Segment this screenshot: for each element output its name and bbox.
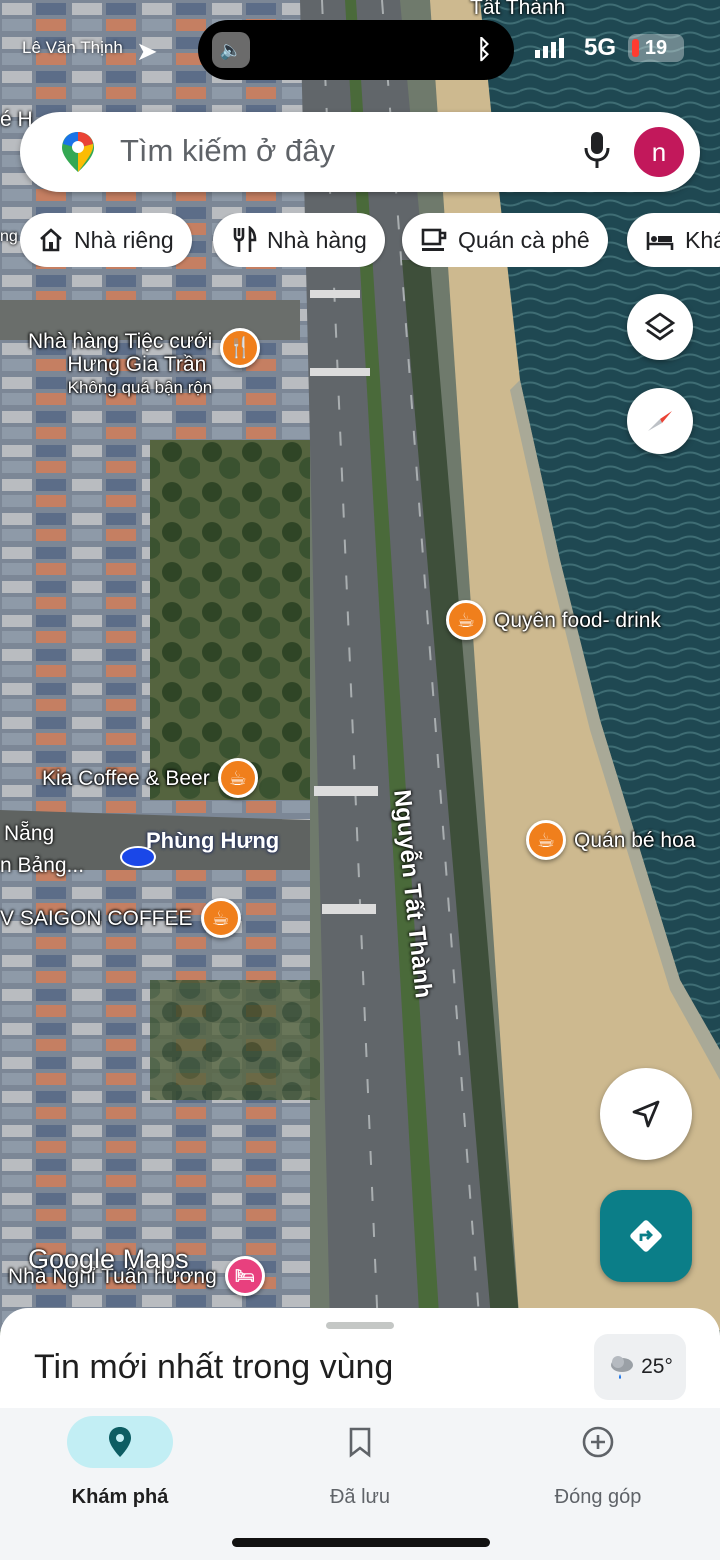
- weather-chip[interactable]: 25°: [594, 1334, 686, 1400]
- network-label: 5G: [584, 34, 617, 61]
- cafe-pin-icon[interactable]: ☕: [526, 820, 566, 860]
- microphone-icon[interactable]: [582, 130, 612, 170]
- restaurant-pin-icon[interactable]: 🍴: [220, 327, 261, 368]
- tab-explore[interactable]: Khám phá: [40, 1416, 200, 1509]
- tab-label: Khám phá: [71, 1486, 169, 1508]
- rain-cloud-icon: [611, 1356, 634, 1379]
- cafe-icon: [421, 228, 447, 251]
- dynamic-island: 🔈 ᛒ: [198, 20, 514, 80]
- google-maps-watermark: Google Maps: [28, 1244, 189, 1274]
- layers-icon: [644, 312, 676, 341]
- home-icon: [40, 228, 62, 252]
- bluetooth-icon: ᛒ: [476, 34, 492, 64]
- my-location-button[interactable]: [600, 1068, 692, 1160]
- search-placeholder: Tìm kiếm ở đây: [120, 133, 335, 168]
- place-label: Quán bé hoa: [574, 828, 696, 852]
- battery-icon: 19: [628, 34, 684, 62]
- location-pin-icon: [109, 1427, 131, 1457]
- bottom-sheet[interactable]: Tin mới nhất trong vùng 25°: [0, 1308, 720, 1418]
- partial-place-label: Nẵng: [4, 822, 55, 845]
- tab-label: Đóng góp: [554, 1486, 642, 1508]
- category-chips: Nhà riêng Nhà hàng Quán cà phê Khá: [20, 213, 720, 267]
- street-label-top: Lê Văn Thịnh: [22, 38, 123, 57]
- compass-icon: [648, 411, 672, 431]
- place-quyen-food[interactable]: ☕ Quyên food- drink: [446, 600, 661, 640]
- place-kia-coffee[interactable]: Kia Coffee & Beer ☕: [42, 758, 258, 798]
- location-arrow-icon: ➤: [136, 36, 158, 66]
- place-saigon-coffee[interactable]: V SAIGON COFFEE ☕: [0, 898, 241, 938]
- chip-restaurant[interactable]: Nhà hàng: [213, 213, 385, 267]
- hotel-pin-icon[interactable]: 🛏: [224, 1256, 265, 1296]
- navigation-arrow-icon: [632, 1100, 660, 1128]
- place-label: Nhà hàng Tiệc cưới Hưng Gia Trần Không q…: [28, 330, 213, 397]
- chip-hotel[interactable]: Khá: [627, 213, 720, 267]
- chip-label: Khá: [685, 226, 720, 253]
- place-label: Quyên food- drink: [494, 608, 661, 632]
- place-be-hoa[interactable]: ☕ Quán bé hoa: [526, 820, 695, 860]
- sheet-drag-handle[interactable]: [326, 1322, 394, 1329]
- place-label: Kia Coffee & Beer: [42, 766, 210, 790]
- partial-place-label: n Bảng...: [0, 854, 85, 877]
- place-wedding-restaurant[interactable]: Nhà hàng Tiệc cưới Hưng Gia Trần Không q…: [28, 327, 261, 399]
- street-label-phung-hung: Phùng Hưng: [146, 828, 280, 853]
- place-label: V SAIGON COFFEE: [0, 906, 193, 930]
- bookmark-icon: [349, 1427, 371, 1458]
- chip-cafe[interactable]: Quán cà phê: [402, 213, 608, 267]
- layers-button[interactable]: [627, 294, 693, 360]
- temperature: 25°: [641, 1355, 673, 1378]
- cafe-pin-icon[interactable]: ☕: [446, 600, 486, 640]
- cafe-pin-icon[interactable]: ☕: [217, 758, 258, 798]
- battery-level: 19: [644, 36, 668, 59]
- chip-home[interactable]: Nhà riêng: [20, 213, 192, 267]
- current-location-dot: [120, 846, 156, 868]
- chip-label: Quán cà phê: [458, 226, 590, 253]
- tab-label: Đã lưu: [329, 1486, 391, 1508]
- sheet-title: Tin mới nhất trong vùng: [34, 1348, 394, 1386]
- google-maps-pin-icon: [62, 132, 94, 172]
- partial-label: ng: [0, 228, 18, 245]
- hotel-icon: [646, 232, 674, 250]
- restaurant-icon: [233, 226, 257, 252]
- add-circle-icon: [582, 1426, 614, 1458]
- tab-contribute[interactable]: Đóng góp: [518, 1416, 678, 1509]
- speaker-icon: 🔈: [212, 32, 250, 68]
- signal-icon: [535, 38, 564, 58]
- avatar[interactable]: n: [634, 127, 684, 177]
- home-indicator: [232, 1538, 490, 1547]
- compass-button[interactable]: [627, 388, 693, 454]
- directions-button[interactable]: [600, 1190, 692, 1282]
- status-bar: Lê Văn Thịnh ➤ 🔈 ᛒ 5G 19: [0, 0, 720, 100]
- directions-icon: [630, 1220, 662, 1252]
- chip-label: Nhà hàng: [267, 226, 367, 253]
- tab-saved[interactable]: Đã lưu: [280, 1416, 440, 1509]
- search-bar[interactable]: Tìm kiếm ở đây n: [20, 112, 700, 192]
- chip-label: Nhà riêng: [74, 226, 174, 253]
- cafe-pin-icon[interactable]: ☕: [200, 898, 241, 938]
- avatar-letter: n: [651, 136, 667, 167]
